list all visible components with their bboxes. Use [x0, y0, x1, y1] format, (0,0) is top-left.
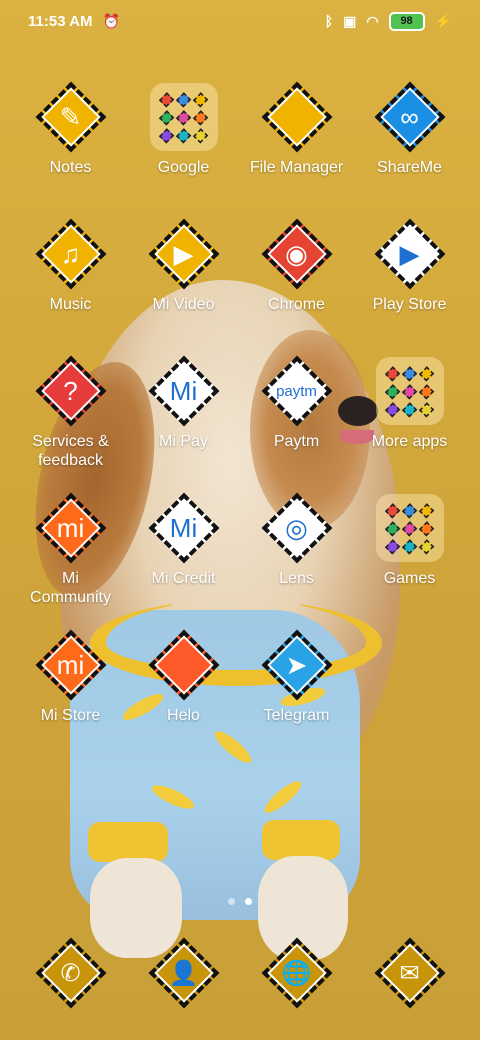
app-mi-pay[interactable]: Mi Mi Pay: [127, 355, 240, 451]
status-bar: 11:53 AM ⏰ ᛒ ▣ ◠ 98 ⚡: [0, 0, 480, 42]
app-label: Chrome: [268, 296, 325, 313]
page-dot-2[interactable]: [245, 898, 252, 905]
app-shareme[interactable]: ∞ ShareMe: [353, 81, 466, 177]
mi-pay-icon: Mi: [148, 355, 219, 427]
app-play-store[interactable]: ▶ Play Store: [353, 218, 466, 314]
contacts-icon: 👤: [148, 937, 219, 1009]
status-time: 11:53 AM: [28, 12, 93, 30]
play-store-icon: ▶: [374, 218, 445, 290]
app-paytm[interactable]: paytm Paytm: [240, 355, 353, 451]
phone-icon: ✆: [35, 937, 106, 1009]
app-music[interactable]: ♫ Music: [14, 218, 127, 314]
more-apps-folder-icon: [375, 356, 445, 426]
sim-off-icon: ▣: [343, 12, 357, 29]
mi-video-icon: ▶: [148, 218, 219, 290]
dock-browser[interactable]: 🌐: [240, 937, 353, 1014]
app-label: File Manager: [249, 159, 344, 176]
app-label: ShareMe: [377, 159, 442, 176]
music-icon: ♫: [35, 218, 106, 290]
app-label: Mi Store: [40, 707, 101, 724]
battery-icon: 98: [388, 11, 425, 31]
mi-store-icon: mi: [35, 629, 106, 701]
mi-credit-icon: Mi: [148, 492, 219, 564]
app-label: Mi Credit: [151, 570, 216, 587]
app-label: More apps: [371, 433, 448, 450]
app-label: Mi Community: [30, 570, 111, 606]
app-label: Music: [49, 296, 92, 313]
games-folder-icon: [375, 493, 445, 563]
mi-community-icon: mi: [35, 492, 106, 564]
app-lens[interactable]: ◎ Lens: [240, 492, 353, 588]
app-label: Notes: [49, 159, 92, 176]
app-notes[interactable]: ✎ Notes: [14, 81, 127, 177]
dock-phone[interactable]: ✆: [14, 937, 127, 1014]
app-mi-video[interactable]: ▶ Mi Video: [127, 218, 240, 314]
app-label: Paytm: [273, 433, 320, 450]
app-games-folder[interactable]: Games: [353, 493, 466, 588]
browser-icon: 🌐: [261, 937, 332, 1009]
paytm-icon: paytm: [261, 355, 332, 427]
app-telegram[interactable]: ➤ Telegram: [240, 629, 353, 725]
app-google-folder[interactable]: Google: [127, 82, 240, 177]
dock-contacts[interactable]: 👤: [127, 937, 240, 1014]
messages-icon: ✉: [374, 937, 445, 1009]
dock: ✆ 👤 🌐 ✉: [0, 937, 480, 1018]
shareme-icon: ∞: [374, 81, 445, 153]
services-feedback-icon: ?: [35, 355, 106, 427]
lens-icon: ◎: [261, 492, 332, 564]
app-label: Helo: [167, 707, 200, 724]
app-mi-credit[interactable]: Mi Mi Credit: [127, 492, 240, 588]
app-label: Mi Pay: [159, 433, 208, 450]
bluetooth-icon: ᛒ: [324, 13, 334, 29]
app-mi-community[interactable]: mi Mi Community: [14, 492, 127, 607]
app-label: Play Store: [372, 296, 447, 313]
file-manager-icon: [261, 81, 332, 153]
app-label: Telegram: [263, 707, 330, 724]
app-label: Lens: [279, 570, 314, 587]
app-more-apps-folder[interactable]: More apps: [353, 356, 466, 451]
app-services-feedback[interactable]: ? Services & feedback: [14, 355, 127, 470]
wifi-icon: ◠: [366, 12, 379, 29]
helo-icon: [148, 629, 219, 701]
app-chrome[interactable]: ◉ Chrome: [240, 218, 353, 314]
app-mi-store[interactable]: mi Mi Store: [14, 629, 127, 725]
charging-icon: ⚡: [434, 12, 452, 29]
page-dot-1[interactable]: [228, 898, 235, 905]
page-indicator: [0, 898, 480, 905]
app-label: Services & feedback: [32, 433, 109, 469]
google-folder-icon: [149, 82, 219, 152]
app-label: Mi Video: [152, 296, 215, 313]
dock-messages[interactable]: ✉: [353, 937, 466, 1014]
telegram-icon: ➤: [261, 629, 332, 701]
alarm-off-icon: ⏰: [102, 12, 120, 29]
app-label: Games: [383, 570, 436, 587]
chrome-icon: ◉: [261, 218, 332, 290]
app-helo[interactable]: Helo: [127, 629, 240, 725]
app-file-manager[interactable]: File Manager: [240, 81, 353, 177]
notes-icon: ✎: [35, 81, 106, 153]
app-label: Google: [157, 159, 210, 176]
